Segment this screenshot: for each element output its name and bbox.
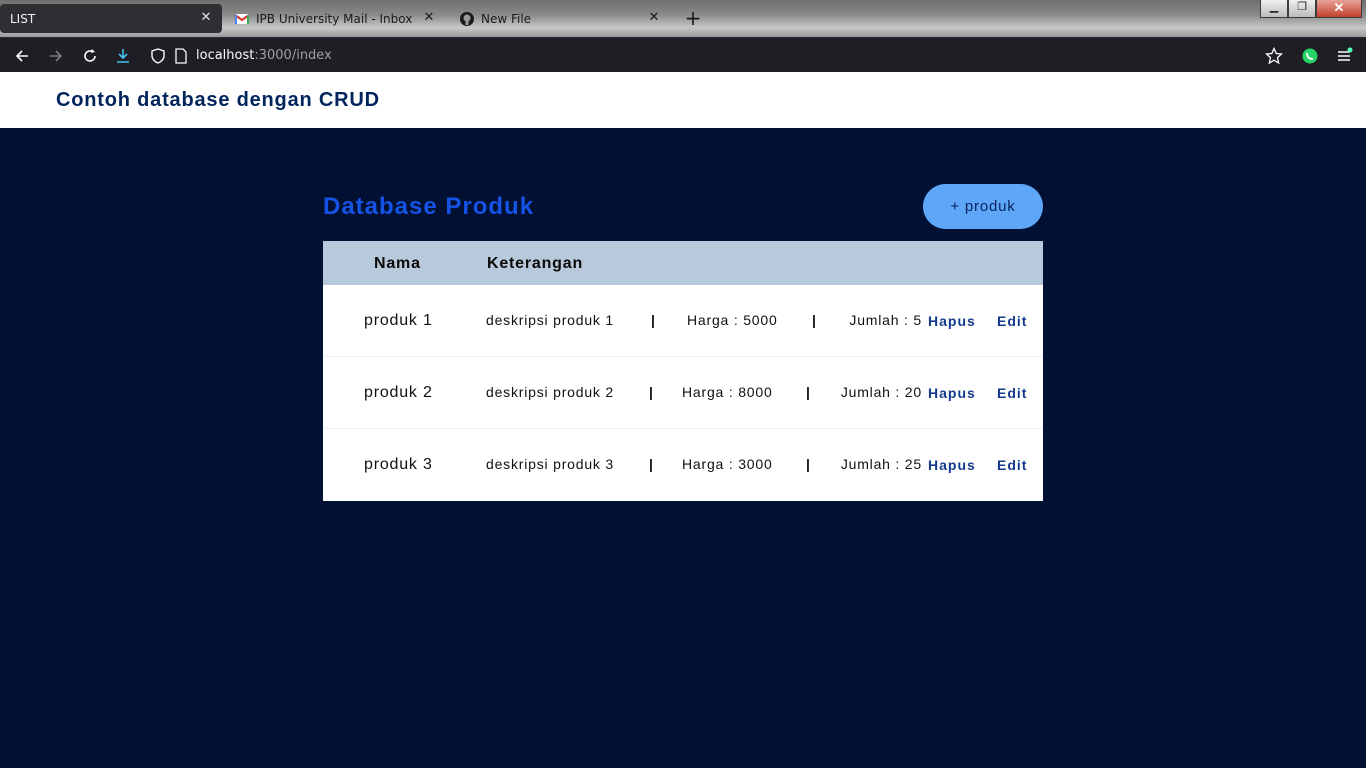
table-row: produk 2 deskripsi produk 2 | Harga : 80… bbox=[323, 357, 1043, 429]
close-window-button[interactable]: ✕ bbox=[1316, 0, 1362, 18]
browser-tab-bar: LIST ✕ IPB University Mail - Inbox ✕ New… bbox=[0, 0, 1366, 37]
product-quantity: Jumlah : 5 bbox=[849, 312, 922, 328]
minimize-button[interactable]: ▁ bbox=[1260, 0, 1288, 18]
address-bar[interactable]: localhost:3000/index bbox=[196, 48, 332, 63]
tab-title: IPB University Mail - Inbox bbox=[256, 11, 413, 26]
tab-list[interactable]: LIST ✕ bbox=[0, 4, 222, 33]
product-name: produk 2 bbox=[364, 384, 433, 401]
url-path: :3000/index bbox=[254, 48, 332, 63]
edit-button[interactable]: Edit bbox=[997, 457, 1027, 473]
page-info-icon[interactable] bbox=[169, 44, 193, 68]
product-quantity: Jumlah : 20 bbox=[840, 384, 922, 400]
bookmark-star-icon[interactable] bbox=[1262, 44, 1286, 68]
separator: | bbox=[651, 312, 655, 328]
column-header-keterangan: Keterangan bbox=[487, 255, 584, 272]
back-icon[interactable] bbox=[10, 44, 34, 68]
edit-button[interactable]: Edit bbox=[997, 313, 1027, 329]
delete-button[interactable]: Hapus bbox=[928, 385, 976, 401]
delete-button[interactable]: Hapus bbox=[928, 457, 976, 473]
tab-close-icon[interactable]: ✕ bbox=[646, 10, 662, 26]
product-table: Nama Keterangan produk 1 deskripsi produ… bbox=[323, 241, 1043, 501]
url-host: localhost bbox=[196, 48, 255, 63]
tab-ipb-mail[interactable]: IPB University Mail - Inbox ✕ bbox=[230, 4, 445, 33]
separator: | bbox=[812, 312, 816, 328]
main-content: Database Produk + produk Nama Keterangan… bbox=[0, 128, 1366, 768]
product-quantity: Jumlah : 25 bbox=[840, 456, 922, 472]
table-header: Nama Keterangan bbox=[323, 241, 1043, 285]
tab-title: New File bbox=[481, 11, 532, 26]
tab-new-file[interactable]: New File ✕ bbox=[455, 4, 670, 33]
tab-close-icon[interactable]: ✕ bbox=[198, 10, 214, 26]
tab-title: LIST bbox=[10, 11, 36, 26]
product-price: Harga : 3000 bbox=[682, 456, 773, 472]
reload-icon[interactable] bbox=[78, 44, 102, 68]
product-description: deskripsi produk 3 bbox=[486, 456, 615, 472]
separator: | bbox=[649, 456, 653, 472]
product-name: produk 1 bbox=[364, 312, 433, 329]
product-description: deskripsi produk 1 bbox=[486, 312, 615, 328]
tab-close-icon[interactable]: ✕ bbox=[421, 10, 437, 26]
whatsapp-icon[interactable] bbox=[1298, 44, 1322, 68]
product-price: Harga : 5000 bbox=[687, 312, 778, 328]
table-row: produk 1 deskripsi produk 1 | Harga : 50… bbox=[323, 285, 1043, 357]
restore-button[interactable]: ❐ bbox=[1288, 0, 1316, 18]
page-title: Database Produk bbox=[323, 193, 535, 220]
add-product-button[interactable]: + produk bbox=[923, 184, 1043, 229]
site-header: Contoh database dengan CRUD bbox=[0, 72, 1366, 128]
github-icon bbox=[460, 11, 474, 26]
window-controls: ▁ ❐ ✕ bbox=[1260, 0, 1362, 18]
edit-button[interactable]: Edit bbox=[997, 385, 1027, 401]
new-tab-button[interactable]: + bbox=[683, 8, 703, 28]
download-icon[interactable] bbox=[111, 44, 135, 68]
browser-nav-bar: localhost:3000/index bbox=[0, 37, 1366, 72]
product-price: Harga : 8000 bbox=[682, 384, 773, 400]
site-title: Contoh database dengan CRUD bbox=[56, 89, 380, 111]
delete-button[interactable]: Hapus bbox=[928, 313, 976, 329]
shield-icon[interactable] bbox=[146, 44, 170, 68]
menu-icon[interactable] bbox=[1332, 44, 1356, 68]
separator: | bbox=[649, 384, 653, 400]
gmail-icon bbox=[234, 13, 250, 24]
separator: | bbox=[806, 456, 810, 472]
table-row: produk 3 deskripsi produk 3 | Harga : 30… bbox=[323, 429, 1043, 501]
product-description: deskripsi produk 2 bbox=[486, 384, 615, 400]
product-name: produk 3 bbox=[364, 456, 433, 473]
column-header-nama: Nama bbox=[374, 255, 421, 272]
separator: | bbox=[806, 384, 810, 400]
forward-icon[interactable] bbox=[44, 44, 68, 68]
